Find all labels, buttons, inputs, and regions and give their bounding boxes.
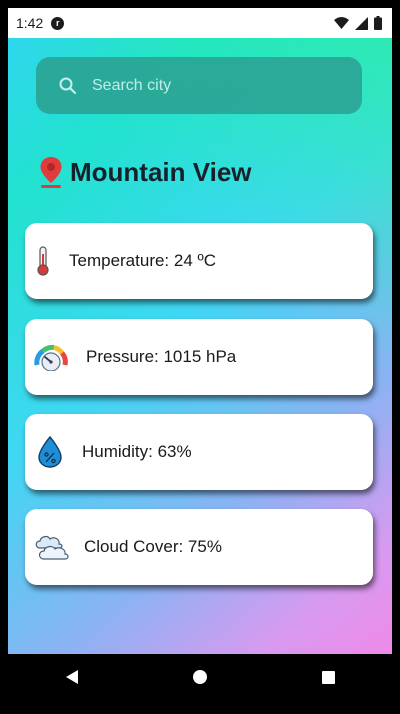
back-icon[interactable] [65, 670, 78, 684]
cell-signal-icon [355, 16, 368, 30]
navigation-bar [8, 654, 392, 700]
pressure-gauge-icon [34, 344, 68, 371]
search-input[interactable]: Search city [92, 77, 171, 95]
battery-icon [374, 16, 382, 30]
location-header: Mountain View [38, 152, 252, 192]
city-name: Mountain View [70, 156, 252, 187]
temperature-card: Temperature: 24 ºC [25, 223, 373, 299]
app-notification-icon: r [51, 16, 65, 30]
thermometer-icon [37, 246, 49, 276]
cloud-icon [35, 535, 69, 560]
home-icon[interactable] [192, 670, 207, 684]
humidity-drop-icon [38, 435, 62, 468]
status-indicators [334, 16, 382, 30]
wifi-icon [334, 16, 349, 29]
search-bar[interactable]: Search city [36, 57, 362, 114]
humidity-label: Humidity: 63% [82, 442, 192, 461]
recents-icon[interactable] [321, 670, 335, 684]
search-icon [59, 77, 77, 94]
pressure-label: Pressure: 1015 hPa [86, 347, 237, 366]
pressure-card: Pressure: 1015 hPa [25, 319, 373, 395]
map-pin-icon [40, 157, 62, 188]
humidity-card: Humidity: 63% [25, 414, 373, 490]
cloud-cover-label: Cloud Cover: 75% [84, 537, 222, 556]
temperature-label: Temperature: 24 ºC [69, 251, 216, 270]
status-bar: 1:42 r [8, 8, 392, 38]
app-screen: Search city Mountain View Temperature: 2… [8, 38, 392, 654]
status-time: 1:42 [16, 15, 44, 31]
cloud-cover-card: Cloud Cover: 75% [25, 509, 373, 585]
